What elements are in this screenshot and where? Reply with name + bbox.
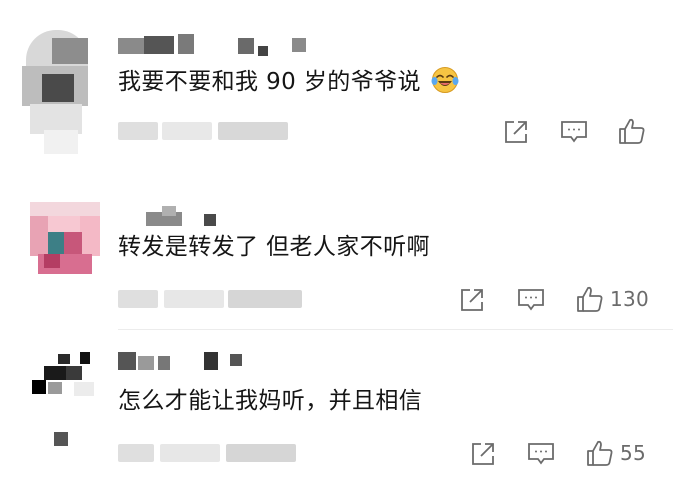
comment-text: 我要不要和我 90 岁的爷爷说 xyxy=(118,66,459,97)
comment-text-content: 怎么才能让我妈听，并且相信 xyxy=(118,388,423,414)
like-button[interactable]: 55 xyxy=(586,438,646,468)
avatar[interactable] xyxy=(30,352,100,452)
like-count: 130 xyxy=(610,287,650,311)
avatar[interactable] xyxy=(30,202,100,274)
username[interactable] xyxy=(146,206,226,228)
thumbs-up-icon xyxy=(587,440,613,466)
share-button[interactable] xyxy=(459,285,485,315)
comment-text: 怎么才能让我妈听，并且相信 xyxy=(118,386,422,416)
like-button[interactable] xyxy=(618,116,652,146)
like-count: 55 xyxy=(620,441,647,465)
comment-item: 转发是转发了 但老人家不听啊 130 xyxy=(0,170,695,330)
comment-text: 转发是转发了 但老人家不听啊 xyxy=(118,232,430,262)
share-button[interactable] xyxy=(470,439,496,469)
thumbs-up-icon xyxy=(577,286,603,312)
share-icon xyxy=(472,443,494,465)
comment-item: 怎么才能让我妈听，并且相信 55 xyxy=(0,330,695,499)
comment-text-content: 转发是转发了 但老人家不听啊 xyxy=(118,234,430,260)
username[interactable] xyxy=(118,34,308,56)
username[interactable] xyxy=(118,350,248,372)
comment-icon xyxy=(518,289,544,311)
thumbs-up-icon xyxy=(619,118,645,144)
comment-icon xyxy=(561,121,587,143)
avatar[interactable] xyxy=(22,30,92,155)
comment-icon xyxy=(528,443,554,465)
comment-meta xyxy=(118,444,308,462)
share-icon xyxy=(505,121,527,143)
comment-text-content: 我要不要和我 90 岁的爷爷说 xyxy=(118,69,421,95)
like-button[interactable]: 130 xyxy=(576,284,649,314)
comment-meta xyxy=(118,122,298,140)
reply-button[interactable] xyxy=(517,285,545,315)
laughing-crying-face-icon xyxy=(431,67,459,93)
reply-button[interactable] xyxy=(527,439,555,469)
share-icon xyxy=(461,289,483,311)
comment-meta xyxy=(118,290,308,308)
comment-item: 我要不要和我 90 岁的爷爷说 xyxy=(0,0,695,170)
reply-button[interactable] xyxy=(560,117,588,147)
share-button[interactable] xyxy=(503,117,529,147)
